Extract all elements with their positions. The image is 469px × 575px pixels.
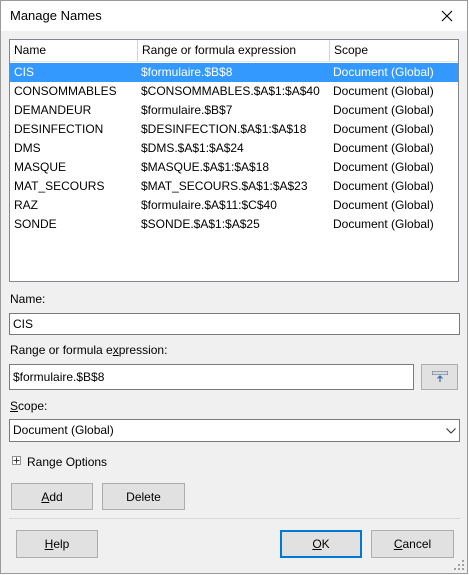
row-range: $MAT_SECOURS.$A$1:$A$23 bbox=[141, 179, 308, 193]
row-name: DEMANDEUR bbox=[14, 103, 92, 117]
manage-names-dialog: Manage Names Name Range or formula expre… bbox=[0, 0, 468, 574]
row-range: $DESINFECTION.$A$1:$A$18 bbox=[141, 122, 307, 136]
cancel-rest: ancel bbox=[402, 537, 432, 551]
column-header-range[interactable]: Range or formula expression bbox=[138, 40, 330, 61]
close-icon bbox=[441, 10, 453, 22]
row-scope: Document (Global) bbox=[333, 65, 434, 79]
dialog-title: Manage Names bbox=[10, 8, 102, 23]
row-scope: Document (Global) bbox=[333, 84, 434, 98]
cancel-button[interactable]: Cancel bbox=[371, 530, 454, 558]
names-list-header: Name Range or formula expression Scope bbox=[10, 40, 458, 62]
help-accel: H bbox=[44, 537, 54, 551]
add-button[interactable]: Add bbox=[11, 483, 93, 510]
range-options-expander[interactable] bbox=[12, 456, 21, 465]
row-name: CIS bbox=[14, 65, 35, 79]
row-range: $MASQUE.$A$1:$A$18 bbox=[141, 160, 270, 174]
table-row[interactable]: MAT_SECOURS $MAT_SECOURS.$A$1:$A$23 Docu… bbox=[10, 177, 458, 196]
row-range: $formulaire.$B$8 bbox=[141, 65, 233, 79]
row-scope: Document (Global) bbox=[333, 217, 434, 231]
add-accel: A bbox=[41, 489, 50, 504]
scope-dropdown[interactable]: Document (Global) bbox=[9, 419, 460, 442]
column-header-scope[interactable]: Scope bbox=[330, 40, 458, 61]
row-name: RAZ bbox=[14, 198, 38, 212]
scope-label: Scope: bbox=[10, 399, 47, 413]
chevron-down-icon bbox=[445, 427, 456, 434]
name-label: Name: bbox=[10, 292, 46, 306]
table-row[interactable]: CIS $formulaire.$B$8 Document (Global) bbox=[10, 63, 458, 82]
scope-label-accel: S bbox=[10, 399, 19, 413]
ok-accel: O bbox=[312, 537, 322, 551]
row-range: $formulaire.$A$11:$C$40 bbox=[141, 198, 277, 212]
close-button[interactable] bbox=[427, 1, 467, 31]
table-row[interactable]: MASQUE $MASQUE.$A$1:$A$18 Document (Glob… bbox=[10, 158, 458, 177]
row-name: DMS bbox=[14, 141, 41, 155]
range-label-pre: Range or formula e bbox=[10, 343, 113, 357]
range-label: Range or formula expression: bbox=[10, 343, 167, 357]
column-header-name[interactable]: Name bbox=[10, 40, 138, 61]
scope-dropdown-button[interactable] bbox=[441, 420, 459, 441]
table-row[interactable]: DEMANDEUR $formulaire.$B$7 Document (Glo… bbox=[10, 101, 458, 120]
resize-grip-icon[interactable] bbox=[454, 560, 464, 570]
divider bbox=[9, 518, 460, 519]
row-scope: Document (Global) bbox=[333, 179, 434, 193]
help-rest: elp bbox=[53, 537, 70, 551]
names-list[interactable]: Name Range or formula expression Scope C… bbox=[9, 39, 459, 282]
table-row[interactable]: CONSOMMABLES $CONSOMMABLES.$A$1:$A$40 Do… bbox=[10, 82, 458, 101]
row-name: CONSOMMABLES bbox=[14, 84, 117, 98]
row-scope: Document (Global) bbox=[333, 103, 434, 117]
row-range: $formulaire.$B$7 bbox=[141, 103, 233, 117]
table-row[interactable]: SONDE $SONDE.$A$1:$A$25 Document (Global… bbox=[10, 215, 458, 234]
delete-button[interactable]: Delete bbox=[102, 483, 185, 510]
shrink-icon bbox=[431, 371, 448, 382]
row-name: DESINFECTION bbox=[14, 122, 104, 136]
help-button[interactable]: Help bbox=[16, 530, 98, 558]
table-row[interactable]: DESINFECTION $DESINFECTION.$A$1:$A$18 Do… bbox=[10, 120, 458, 139]
row-scope: Document (Global) bbox=[333, 141, 434, 155]
title-bar: Manage Names bbox=[1, 1, 467, 31]
row-name: SONDE bbox=[14, 217, 57, 231]
scope-label-rest: cope: bbox=[18, 399, 48, 413]
name-field[interactable]: CIS bbox=[9, 313, 460, 335]
range-label-post: pression: bbox=[118, 343, 168, 357]
scope-value: Document (Global) bbox=[13, 423, 114, 437]
row-name: MASQUE bbox=[14, 160, 67, 174]
row-scope: Document (Global) bbox=[333, 122, 434, 136]
row-range: $CONSOMMABLES.$A$1:$A$40 bbox=[141, 84, 320, 98]
range-options-label[interactable]: Range Options bbox=[27, 455, 107, 469]
row-scope: Document (Global) bbox=[333, 198, 434, 212]
row-name: MAT_SECOURS bbox=[14, 179, 105, 193]
ok-button[interactable]: OK bbox=[280, 530, 362, 558]
row-range: $SONDE.$A$1:$A$25 bbox=[141, 217, 260, 231]
row-range: $DMS.$A$1:$A$24 bbox=[141, 141, 244, 155]
cancel-accel: C bbox=[393, 537, 403, 551]
shrink-button[interactable] bbox=[421, 364, 458, 390]
range-expression-field[interactable]: $formulaire.$B$8 bbox=[9, 364, 414, 390]
add-rest: dd bbox=[49, 489, 63, 504]
table-row[interactable]: DMS $DMS.$A$1:$A$24 Document (Global) bbox=[10, 139, 458, 158]
expand-plus-icon bbox=[13, 457, 20, 464]
row-scope: Document (Global) bbox=[333, 160, 434, 174]
ok-rest: K bbox=[321, 537, 330, 551]
table-row[interactable]: RAZ $formulaire.$A$11:$C$40 Document (Gl… bbox=[10, 196, 458, 215]
